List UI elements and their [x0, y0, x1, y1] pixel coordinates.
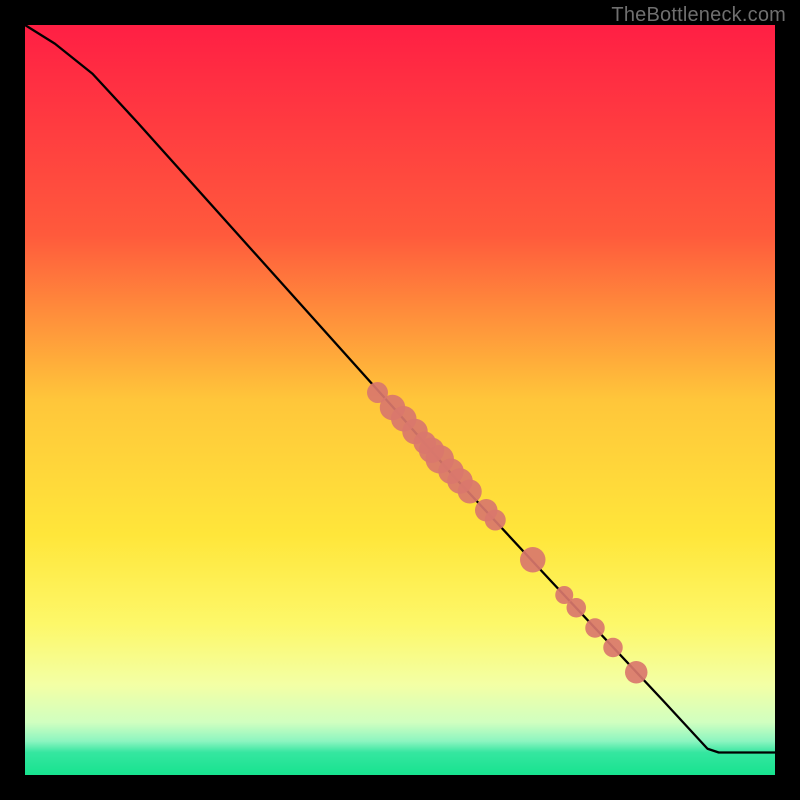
data-point [520, 547, 546, 573]
plot-area [25, 25, 775, 775]
chart-frame: TheBottleneck.com [0, 0, 800, 800]
watermark-text: TheBottleneck.com [611, 4, 786, 27]
data-point [567, 598, 587, 618]
data-point [458, 480, 482, 504]
data-point [625, 661, 648, 684]
data-point [485, 510, 506, 531]
chart-svg [25, 25, 775, 775]
data-point [603, 638, 623, 658]
data-point [585, 618, 605, 638]
